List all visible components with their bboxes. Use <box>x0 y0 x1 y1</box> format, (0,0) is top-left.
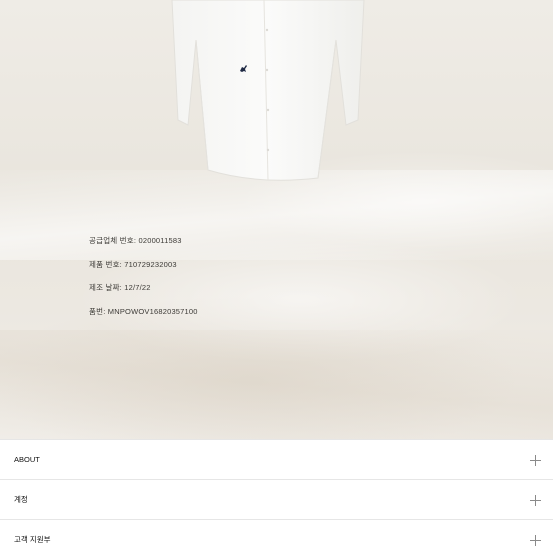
product-hero-image: 공급업체 번호: 0200011583 제품 번호: 710729232003 … <box>0 0 553 440</box>
accordion-label: 계정 <box>14 495 28 504</box>
accordion-account[interactable]: 계정 <box>0 479 553 520</box>
manufacture-date: 제조 날짜: 12/7/22 <box>89 283 151 292</box>
plus-icon[interactable] <box>530 535 541 546</box>
accordion-customer-support[interactable]: 고객 지원부 <box>0 519 553 560</box>
product-info-block: 공급업체 번호: 0200011583 제품 번호: 710729232003 … <box>89 236 198 330</box>
white-shirt-image <box>171 0 365 181</box>
fabric-fold <box>0 330 553 440</box>
plus-icon[interactable] <box>530 455 541 466</box>
accordion-label: 고객 지원부 <box>14 535 51 544</box>
product-number: 제품 번호: 710729232003 <box>89 259 177 269</box>
accordion-about[interactable]: ABOUT <box>0 439 553 480</box>
plus-icon[interactable] <box>530 495 541 506</box>
supplier-number: 공급업체 번호: 0200011583 <box>89 236 182 245</box>
accordion-label: ABOUT <box>14 455 40 464</box>
polo-player-logo-icon <box>240 65 247 72</box>
tracking-number: 품번: MNPOWOV16820357100 <box>89 306 198 316</box>
